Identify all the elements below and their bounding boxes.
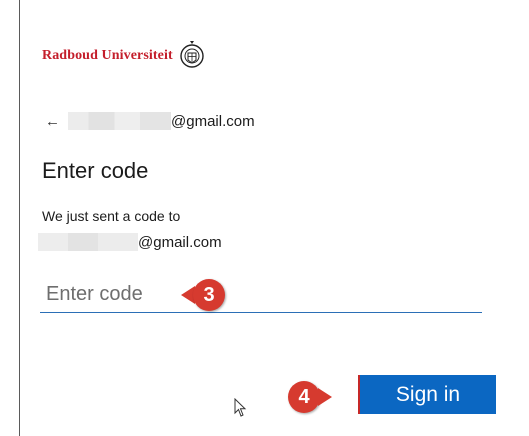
- back-arrow-icon[interactable]: ←: [45, 113, 65, 130]
- code-sent-message: We just sent a code to: [42, 208, 181, 224]
- step-callout-3: 3: [181, 279, 225, 311]
- university-seal-icon: [180, 41, 204, 68]
- code-input[interactable]: [40, 276, 482, 313]
- brand-header: Radboud Universiteit: [42, 40, 205, 72]
- email-suffix: @gmail.com: [138, 233, 222, 251]
- sign-in-button[interactable]: Sign in: [358, 375, 496, 414]
- code-sent-email: @gmail.com: [38, 233, 222, 251]
- account-identity: ← @gmail.com: [45, 112, 255, 130]
- email-suffix: @gmail.com: [171, 112, 255, 130]
- mouse-cursor-icon: [234, 398, 247, 417]
- callout-number: 3: [193, 279, 225, 311]
- callout-number: 4: [288, 381, 320, 413]
- step-callout-4: 4: [288, 381, 332, 413]
- callout-pointer: [318, 388, 332, 406]
- brand-name: Radboud Universiteit: [42, 48, 173, 63]
- redacted-username: [68, 112, 171, 130]
- page-title: Enter code: [42, 158, 149, 183]
- redacted-username: [38, 233, 138, 251]
